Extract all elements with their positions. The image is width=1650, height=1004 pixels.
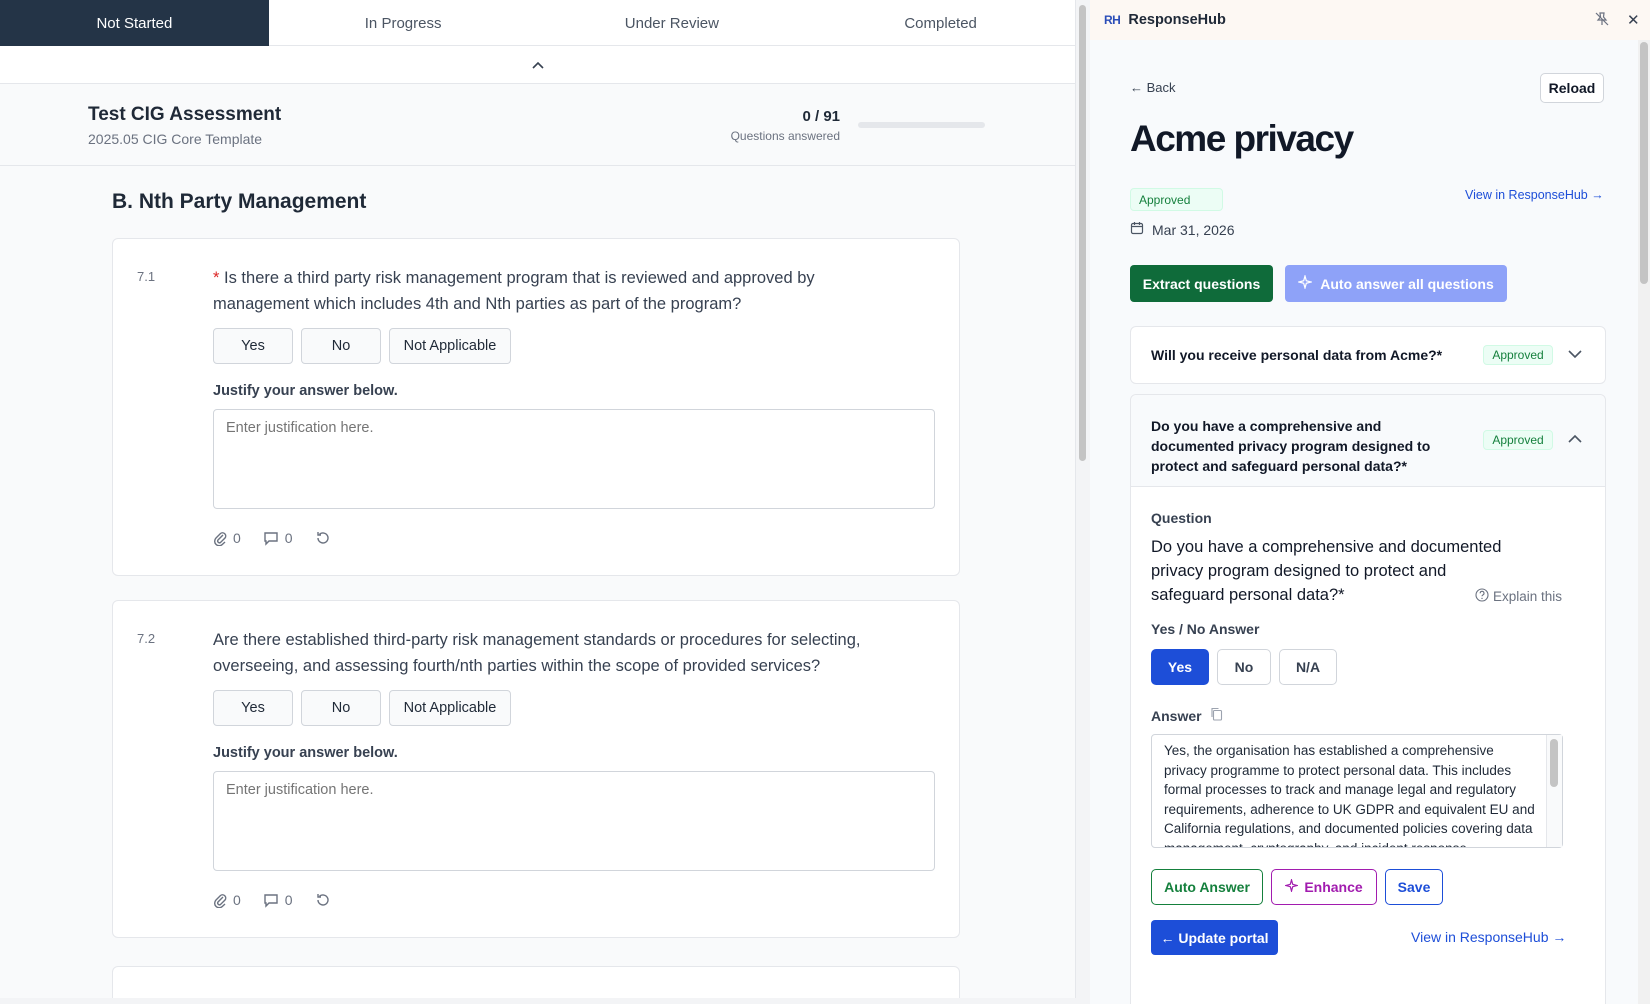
no-button[interactable]: No [301, 328, 381, 364]
answer-textarea[interactable]: Yes, the organisation has established a … [1151, 734, 1563, 848]
auto-answer-all-button[interactable]: Auto answer all questions [1285, 265, 1507, 302]
question-label: Question [1151, 510, 1212, 526]
question-number: 7.2 [137, 631, 156, 646]
not-applicable-button[interactable]: Not Applicable [389, 690, 511, 726]
status-tabs: Not Started In Progress Under Review Com… [0, 0, 1075, 46]
question-card: 7.2 Are there established third-party ri… [112, 600, 960, 938]
yes-no-options: Yes No N/A [1151, 649, 1337, 685]
collapse-toggle[interactable] [0, 46, 1075, 84]
chevron-down-icon[interactable] [1567, 347, 1583, 366]
sparkle-icon [1283, 877, 1300, 895]
tab-under-review[interactable]: Under Review [538, 0, 807, 46]
question-accordion-item[interactable]: Will you receive personal data from Acme… [1130, 326, 1606, 384]
progress-count: 0 / 91 [802, 108, 840, 125]
not-applicable-button[interactable]: Not Applicable [389, 328, 511, 364]
question-label: Is there a third party risk management p… [213, 269, 815, 313]
progress-bar [858, 122, 985, 128]
question-number: 7.1 [137, 269, 156, 284]
questionnaire-title: Acme privacy [1130, 118, 1354, 159]
chevron-up-icon [531, 61, 544, 69]
help-circle-icon [1475, 588, 1489, 605]
unpin-icon[interactable] [1595, 12, 1609, 31]
comment-icon[interactable] [263, 893, 279, 908]
panel-scrollbar-thumb[interactable] [1640, 42, 1648, 284]
comment-icon[interactable] [263, 531, 279, 546]
progress-label: Questions answered [730, 129, 840, 143]
due-date-text: Mar 31, 2026 [1152, 221, 1235, 238]
status-badge: Approved [1130, 188, 1223, 211]
auto-answer-button[interactable]: Auto Answer [1151, 869, 1263, 905]
responsehub-header: RH ResponseHub [1090, 0, 1650, 40]
tab-completed[interactable]: Completed [806, 0, 1075, 46]
answer-label: Answer [1151, 707, 1202, 724]
assessment-header: Test CIG Assessment 2025.05 CIG Core Tem… [0, 84, 1075, 166]
copy-icon[interactable] [1210, 707, 1223, 724]
paperclip-icon[interactable] [213, 530, 227, 546]
accordion-question: Do you have a comprehensive and document… [1151, 418, 1431, 474]
answer-scrollbar-thumb[interactable] [1550, 739, 1558, 787]
reload-button[interactable]: Reload [1540, 73, 1604, 103]
comment-count: 0 [284, 530, 293, 546]
question-text: Are there established third-party risk m… [213, 631, 861, 675]
approved-badge: Approved [1483, 430, 1553, 450]
justify-label: Justify your answer below. [213, 745, 398, 761]
justification-input[interactable] [213, 771, 935, 871]
enhance-button[interactable]: Enhance [1271, 869, 1377, 905]
required-mark: * [213, 269, 220, 287]
question-meta: 0 0 [213, 530, 331, 546]
responsehub-panel: RH ResponseHub ✕ ← Back Reload Acme priv… [1090, 0, 1650, 1004]
app-name: ResponseHub [1128, 12, 1226, 28]
attachment-count: 0 [233, 530, 241, 546]
history-icon[interactable] [315, 892, 331, 908]
back-link[interactable]: ← Back [1130, 80, 1176, 95]
left-scrollbar-thumb[interactable] [1079, 5, 1086, 461]
section-title: B. Nth Party Management [112, 190, 367, 213]
update-portal-button[interactable]: ← Update portal [1151, 920, 1278, 955]
due-date: Mar 31, 2026 [1130, 221, 1235, 238]
question-meta: 0 0 [213, 892, 331, 908]
history-icon[interactable] [315, 530, 331, 546]
question-card [112, 966, 960, 998]
assessment-subtitle: 2025.05 CIG Core Template [88, 131, 263, 147]
answer-options: Yes No Not Applicable [213, 690, 511, 726]
answer-actions: Auto Answer Enhance Save [1151, 869, 1443, 905]
extract-questions-button[interactable]: Extract questions [1130, 265, 1273, 302]
paperclip-icon[interactable] [213, 892, 227, 908]
question-text: * Is there a third party risk management… [213, 265, 913, 317]
assessment-title: Test CIG Assessment [88, 104, 282, 125]
view-in-responsehub-link-bottom[interactable]: View in ResponseHub → [1411, 929, 1566, 945]
answer-options: Yes No Not Applicable [213, 328, 511, 364]
responsehub-logo: RH [1104, 13, 1121, 27]
view-in-responsehub-link[interactable]: View in ResponseHub → [1465, 188, 1604, 202]
answer-label-row: Answer [1151, 707, 1223, 724]
approved-badge: Approved [1483, 345, 1553, 365]
yes-option[interactable]: Yes [1151, 649, 1209, 685]
chevron-up-icon[interactable] [1567, 432, 1583, 451]
justification-input[interactable] [213, 409, 935, 509]
sparkle-icon [1296, 273, 1314, 292]
accordion-question: Will you receive personal data from Acme… [1151, 347, 1443, 363]
comment-count: 0 [284, 892, 293, 908]
question-accordion-item-expanded: Do you have a comprehensive and document… [1130, 394, 1606, 1004]
close-icon[interactable]: ✕ [1627, 11, 1640, 29]
justify-label: Justify your answer below. [213, 383, 398, 399]
tab-in-progress[interactable]: In Progress [269, 0, 538, 46]
auto-answer-all-label: Auto answer all questions [1320, 275, 1494, 292]
full-question-text: Do you have a comprehensive and document… [1151, 538, 1502, 604]
question-card: 7.1 * Is there a third party risk manage… [112, 238, 960, 576]
assessment-panel: Not Started In Progress Under Review Com… [0, 0, 1076, 998]
enhance-label: Enhance [1304, 879, 1363, 895]
no-option[interactable]: No [1217, 649, 1271, 685]
explain-this-link[interactable]: Explain this [1475, 588, 1562, 605]
no-button[interactable]: No [301, 690, 381, 726]
attachment-count: 0 [233, 892, 241, 908]
save-button[interactable]: Save [1385, 869, 1443, 905]
tab-not-started[interactable]: Not Started [0, 0, 269, 46]
na-option[interactable]: N/A [1279, 649, 1337, 685]
calendar-icon [1130, 221, 1144, 238]
yes-button[interactable]: Yes [213, 690, 293, 726]
yes-button[interactable]: Yes [213, 328, 293, 364]
yes-no-label: Yes / No Answer [1151, 621, 1260, 637]
explain-this-label: Explain this [1493, 589, 1563, 604]
